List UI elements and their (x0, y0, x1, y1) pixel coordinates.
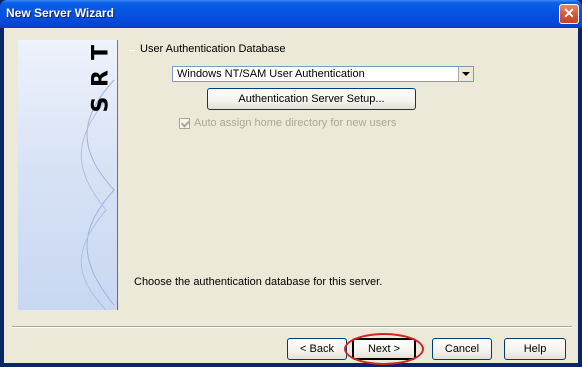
wizard-window: New Server Wizard ✕ T R S User Authentic… (0, 0, 582, 367)
auto-assign-home-checkbox[interactable] (179, 118, 190, 129)
help-button[interactable]: Help (504, 338, 566, 360)
auto-assign-home-label: Auto assign home directory for new users (194, 117, 397, 129)
back-button[interactable]: < Back (287, 338, 347, 360)
auth-database-select[interactable]: Windows NT/SAM User Authentication (172, 66, 474, 82)
cancel-button[interactable]: Cancel (432, 338, 492, 360)
groupbox-label: User Authentication Database (138, 43, 288, 55)
banner-letter-r: R (88, 70, 114, 87)
banner-letter-s: S (88, 96, 114, 113)
next-button[interactable]: Next > (352, 338, 416, 360)
wizard-banner: T R S (18, 40, 118, 310)
window-title: New Server Wizard (6, 6, 114, 20)
instruction-text: Choose the authentication database for t… (134, 276, 383, 288)
close-icon: ✕ (563, 5, 575, 21)
auth-server-setup-button[interactable]: Authentication Server Setup... (207, 88, 416, 110)
auth-database-value: Windows NT/SAM User Authentication (177, 68, 365, 80)
wizard-body: T R S User Authentication Database Windo… (4, 28, 578, 365)
chevron-down-icon[interactable] (458, 67, 473, 81)
close-button[interactable]: ✕ (559, 4, 579, 24)
banner-letter-t: T (88, 45, 114, 61)
footer-separator (12, 326, 572, 328)
title-bar[interactable]: New Server Wizard ✕ (0, 0, 582, 28)
groupbox-border (129, 50, 135, 51)
